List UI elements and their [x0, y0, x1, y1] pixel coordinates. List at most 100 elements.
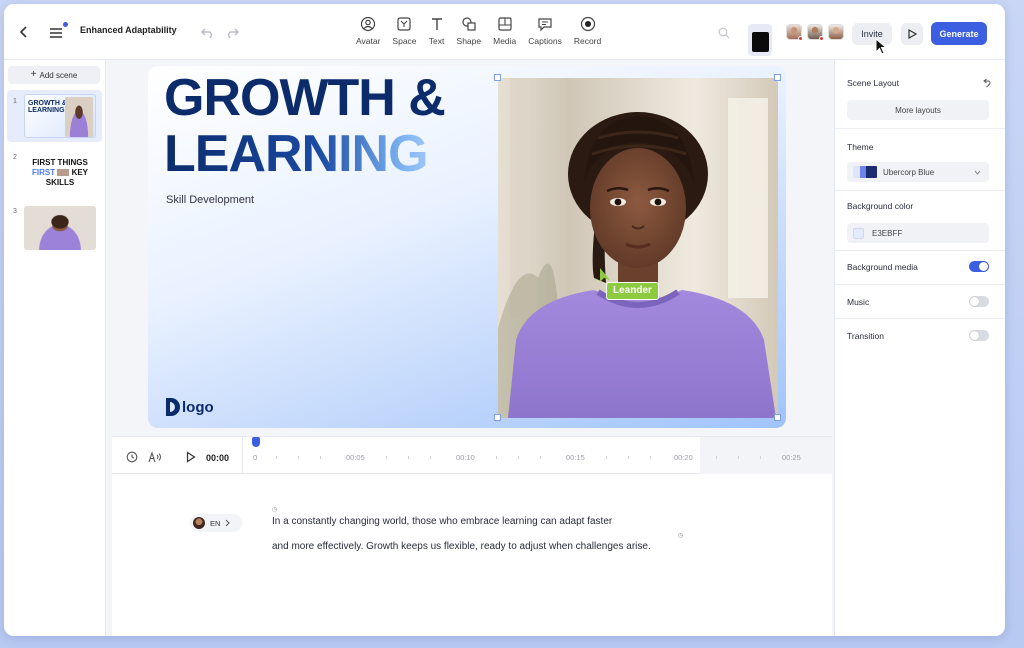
tick-label: 00:20 [674, 453, 693, 462]
timeline-ruler[interactable]: 0 00:05 00:10 00:15 00:20 00:25 [246, 437, 832, 475]
search-button[interactable] [717, 26, 731, 40]
divider [835, 250, 1005, 251]
current-time: 00:00 [206, 453, 230, 463]
scene-canvas[interactable]: GROWTH & LEARNING Skill Development logo [148, 66, 786, 428]
more-layouts-button[interactable]: More layouts [847, 100, 989, 120]
undo-button[interactable] [200, 24, 216, 40]
timing-marker-icon[interactable]: ◷ [272, 506, 277, 513]
mouse-cursor-icon [875, 38, 888, 55]
background-media-toggle[interactable] [969, 261, 989, 272]
redo-button[interactable] [224, 24, 240, 40]
generate-button[interactable]: Generate [931, 22, 987, 45]
clock-icon[interactable] [126, 451, 138, 463]
avatar-video[interactable]: Leander [498, 78, 778, 418]
scene-thumb-title: GROWTH & LEARNING [28, 100, 67, 114]
tick [276, 456, 277, 459]
timeline-inactive-range [700, 437, 832, 475]
shape-icon [462, 17, 476, 31]
recording-preview[interactable] [748, 24, 772, 56]
logo[interactable]: logo [166, 398, 214, 416]
avatar-name-tag[interactable]: Leander [606, 282, 659, 300]
tick-label: 00:10 [456, 453, 475, 462]
collaborator-avatar[interactable] [786, 24, 803, 41]
tick-label: 00:15 [566, 453, 585, 462]
space-tool-label: Space [392, 36, 417, 46]
tick [386, 456, 387, 459]
scene-thumbnail-1[interactable]: GROWTH & LEARNING [24, 94, 96, 138]
tick-label: 00:25 [782, 453, 801, 462]
resize-handle[interactable] [774, 74, 781, 81]
chevron-right-icon [226, 519, 231, 527]
text-icon [431, 18, 442, 30]
record-tool-button[interactable]: Record [568, 16, 607, 52]
space-icon [397, 17, 412, 31]
theme-select[interactable]: Ubercorp Blue [847, 162, 989, 182]
captions-tool-button[interactable]: Captions [522, 16, 568, 52]
background-color-input[interactable]: E3EBFF [847, 223, 989, 243]
text-tool-button[interactable]: Text [423, 16, 451, 52]
play-icon [907, 29, 917, 39]
menu-button[interactable] [46, 22, 68, 42]
properties-panel: Scene Layout More layouts Theme Ubercorp… [834, 60, 1005, 636]
tick [628, 456, 629, 459]
voice-icon[interactable] [148, 451, 162, 463]
background-color-value: E3EBFF [872, 228, 903, 238]
tick [320, 456, 321, 459]
tick [606, 456, 607, 459]
music-toggle[interactable] [969, 296, 989, 307]
space-tool-button[interactable]: Space [386, 16, 422, 52]
timing-marker-icon[interactable]: ◷ [678, 532, 683, 539]
toggle-knob [970, 297, 979, 306]
scene-number: 3 [13, 208, 17, 215]
record-tool-label: Record [573, 36, 602, 46]
hamburger-icon [50, 28, 62, 38]
divider [835, 318, 1005, 319]
text-tool-label: Text [428, 36, 445, 46]
tick [738, 456, 739, 459]
script-editor[interactable]: EN ◷ In a constantly changing world, tho… [112, 474, 832, 636]
captions-tool-label: Captions [528, 36, 562, 46]
divider [835, 190, 1005, 191]
tick [298, 456, 299, 459]
resize-handle[interactable] [494, 414, 501, 421]
transition-toggle[interactable] [969, 330, 989, 341]
resize-handle[interactable] [494, 74, 501, 81]
avatar-tool-button[interactable]: Avatar [350, 16, 386, 52]
language-code: EN [210, 518, 221, 528]
background-media-label: Background media [847, 262, 918, 272]
status-dot [798, 36, 803, 41]
subtitle-text[interactable]: Skill Development [166, 194, 254, 206]
preview-play-button[interactable] [901, 23, 923, 45]
media-tool-button[interactable]: Media [487, 16, 522, 52]
script-line[interactable]: and more effectively. Growth keeps us fl… [272, 541, 651, 552]
collaborator-avatar[interactable] [828, 24, 844, 40]
avatar-language-selector[interactable]: EN [190, 514, 242, 532]
script-line[interactable]: In a constantly changing world, those wh… [272, 516, 612, 527]
recording-preview-thumb [752, 32, 769, 52]
avatar-icon [361, 16, 376, 32]
editor-window: Enhanced Adaptability Avatar Space Text … [4, 4, 1005, 636]
playhead[interactable] [252, 437, 260, 447]
play-icon[interactable] [186, 451, 196, 463]
captions-icon [538, 18, 552, 32]
collaborator-avatar[interactable] [807, 24, 824, 41]
tick [518, 456, 519, 459]
headline-text[interactable]: GROWTH & LEARNING [164, 70, 446, 182]
scene-thumbnail-3[interactable] [24, 206, 96, 250]
resize-handle[interactable] [774, 414, 781, 421]
theme-label: Theme [847, 142, 874, 152]
theme-value: Ubercorp Blue [883, 167, 935, 177]
project-title[interactable]: Enhanced Adaptability [80, 25, 177, 35]
insert-toolbar: Avatar Space Text Shape Media Captions R… [350, 16, 607, 52]
scenes-panel: + Add scene 1 GROWTH & LEARNING 2 FIRST … [4, 60, 106, 636]
back-button[interactable] [14, 22, 34, 42]
plus-icon: + [30, 69, 37, 80]
timeline-bar: 00:00 0 00:05 00:10 00:15 00:20 00:25 [112, 436, 832, 475]
scene-thumbnail-2[interactable]: FIRST THINGS FIRST KEY SKILLS [24, 156, 96, 200]
add-scene-button[interactable]: + Add scene [8, 66, 100, 84]
undo-icon [201, 28, 212, 38]
scene-thumb-image [57, 169, 70, 177]
media-icon [498, 17, 512, 31]
shape-tool-button[interactable]: Shape [451, 16, 488, 52]
refresh-icon[interactable] [982, 78, 991, 88]
